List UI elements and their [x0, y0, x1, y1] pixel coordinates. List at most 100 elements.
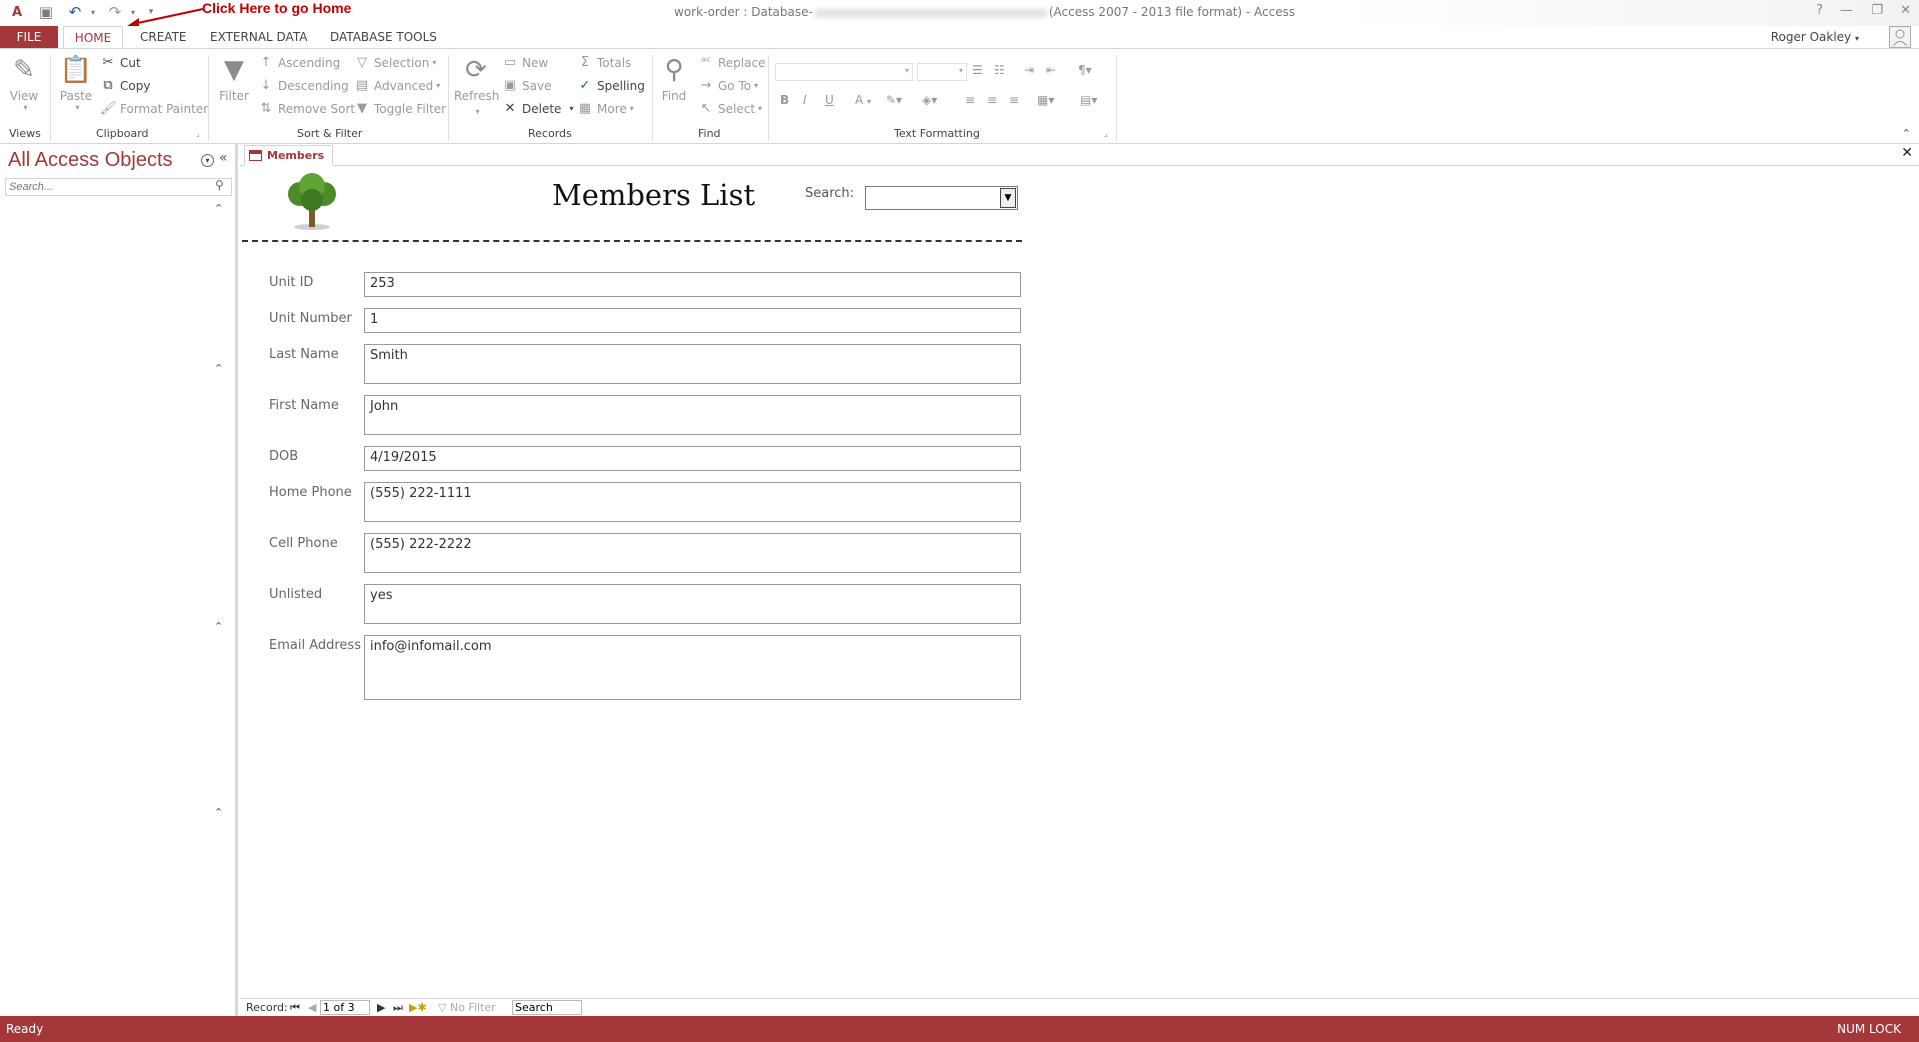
tab-database-tools[interactable]: DATABASE TOOLS [320, 26, 447, 48]
totals-button[interactable]: Σ Totals [577, 55, 631, 70]
refresh-icon: ⟳ [465, 55, 487, 85]
descending-button[interactable]: ↓ Descending [258, 78, 349, 93]
format-painter-button[interactable]: 🖌 Format Painter [100, 101, 208, 116]
alternate-row-color-icon[interactable]: ▦▾ [1037, 93, 1054, 107]
tab-external-data[interactable]: EXTERNAL DATA [200, 26, 317, 48]
clipboard-dialog-launcher-icon[interactable]: ⌟ [196, 129, 200, 138]
record-search-input[interactable]: Search [512, 1000, 582, 1015]
nav-menu-chevron-down-icon[interactable]: ▾ [201, 154, 214, 167]
dob-label: DOB [269, 449, 299, 464]
new-record-button[interactable]: ▭ New [502, 55, 548, 70]
font-color-button[interactable]: A ▾ [855, 93, 871, 107]
first-record-icon[interactable]: ⏮ [290, 1001, 300, 1015]
decrease-indent-icon[interactable]: ⇤ [1046, 63, 1056, 77]
paste-button[interactable]: 📋 Paste ▾ [58, 55, 94, 112]
group-label-records: Records [528, 127, 572, 140]
save-icon[interactable]: ▣ [37, 3, 55, 21]
more-button[interactable]: ▦ More ▾ [577, 101, 634, 116]
copy-button[interactable]: ⧉ Copy [100, 78, 150, 93]
next-record-icon[interactable]: ▶ [377, 1001, 385, 1014]
cell-phone-field[interactable]: (555) 222-2222 [364, 533, 1021, 573]
unit-number-field[interactable]: 1 [364, 308, 1021, 333]
save-record-icon: ▣ [503, 78, 517, 93]
redo-icon[interactable]: ↷ [106, 3, 124, 21]
unit-id-label: Unit ID [269, 275, 314, 290]
chevron-down-icon[interactable]: ▼ [1000, 188, 1016, 208]
unit-number-label: Unit Number [269, 311, 352, 326]
chevron-up-icon[interactable]: ⌃ [214, 202, 223, 215]
view-icon: ✎ [13, 55, 35, 85]
no-filter-button[interactable]: ▽ No Filter [438, 1001, 496, 1014]
close-window-button[interactable]: ✕ [1900, 3, 1911, 18]
cut-button[interactable]: ✂ Cut [100, 55, 141, 70]
font-size-combo[interactable]: ▾ [917, 63, 967, 81]
search-combo-box[interactable]: ▼ [865, 186, 1018, 210]
gridlines-icon[interactable]: ▤▾ [1080, 93, 1097, 107]
select-button[interactable]: ↖ Select ▾ [698, 101, 763, 116]
go-to-button[interactable]: → Go To ▾ [698, 78, 759, 93]
home-phone-field[interactable]: (555) 222-1111 [364, 482, 1021, 522]
tab-home[interactable]: HOME [63, 26, 123, 48]
advanced-button[interactable]: ▤ Advanced ▾ [354, 78, 440, 93]
highlight-icon[interactable]: ✎▾ [886, 93, 902, 107]
paragraph-direction-icon[interactable]: ¶▾ [1078, 63, 1092, 77]
filter-button[interactable]: ▼ Filter [216, 55, 252, 103]
find-button[interactable]: ⚲ Find [658, 55, 690, 103]
font-name-combo[interactable]: ▾ [775, 63, 913, 81]
text-formatting-dialog-launcher-icon[interactable]: ⌟ [1104, 129, 1108, 138]
chevron-up-icon[interactable]: ⌃ [214, 806, 223, 819]
underline-button[interactable]: U [825, 93, 834, 107]
ascending-button[interactable]: ↑ Ascending [258, 55, 341, 70]
go-to-arrow-icon: → [700, 78, 712, 93]
user-name[interactable]: Roger Oakley ▾ [1771, 30, 1859, 44]
unit-id-field[interactable]: 253 [364, 272, 1021, 297]
first-name-label: First Name [269, 398, 339, 413]
shutter-bar-collapse-icon[interactable]: « [219, 150, 228, 166]
bold-button[interactable]: B [780, 93, 789, 107]
align-left-icon[interactable]: ≡ [965, 93, 975, 107]
refresh-all-button[interactable]: ⟳ Refresh ▾ [454, 55, 499, 117]
minimize-button[interactable]: — [1840, 3, 1853, 18]
email-address-field[interactable]: info@infomail.com [364, 635, 1021, 700]
document-tab-members[interactable]: Members [244, 145, 334, 166]
chevron-up-icon[interactable]: ⌃ [214, 362, 223, 375]
unlisted-field[interactable]: yes [364, 584, 1021, 624]
view-button[interactable]: ✎ View ▾ [6, 55, 42, 112]
delete-button[interactable]: ✕ Delete ▾ [502, 101, 574, 116]
group-separator [652, 55, 653, 141]
numbering-icon[interactable]: ☷ [994, 63, 1005, 77]
user-avatar[interactable] [1889, 26, 1911, 48]
help-button[interactable]: ? [1816, 3, 1823, 18]
remove-sort-button[interactable]: ⇅ Remove Sort [258, 101, 356, 116]
toggle-filter-button[interactable]: ▼ Toggle Filter [354, 101, 446, 116]
close-document-icon[interactable]: ✕ [1901, 145, 1913, 161]
save-record-button[interactable]: ▣ Save [502, 78, 552, 93]
dob-field[interactable]: 4/19/2015 [364, 446, 1021, 471]
replace-button[interactable]: ᵃᶜ Replace [698, 55, 765, 70]
first-name-field[interactable]: John [364, 395, 1021, 435]
spelling-button[interactable]: ✓ Spelling [577, 78, 645, 93]
previous-record-icon[interactable]: ◀ [308, 1001, 316, 1014]
current-record-field[interactable]: 1 of 3 [320, 1000, 370, 1015]
increase-indent-icon[interactable]: ⇥ [1024, 63, 1034, 77]
delete-x-icon: ✕ [504, 101, 516, 116]
undo-dropdown-icon[interactable]: ▾ [84, 3, 102, 21]
fill-color-icon[interactable]: ◈▾ [922, 93, 937, 107]
italic-button[interactable]: I [803, 93, 807, 107]
new-record-nav-icon[interactable]: ▶✱ [409, 1001, 427, 1014]
collapse-ribbon-icon[interactable]: ⌃ [1902, 127, 1911, 140]
chevron-up-icon[interactable]: ⌃ [214, 620, 223, 633]
align-center-icon[interactable]: ≡ [987, 93, 997, 107]
bullets-icon[interactable]: ☰ [972, 63, 983, 77]
nav-search-input[interactable] [5, 178, 232, 196]
nav-pane-title[interactable]: All Access Objects [8, 149, 173, 172]
last-name-field[interactable]: Smith [364, 344, 1021, 384]
tab-file[interactable]: FILE [0, 26, 58, 48]
align-right-icon[interactable]: ≡ [1009, 93, 1019, 107]
restore-button[interactable]: ❐ [1871, 3, 1883, 18]
undo-icon[interactable]: ↶ [66, 3, 84, 21]
search-icon[interactable]: ⚲ [215, 178, 224, 192]
selection-button[interactable]: ▽ Selection ▾ [354, 55, 436, 70]
last-record-icon[interactable]: ⏭ [393, 1001, 403, 1015]
tab-create[interactable]: CREATE [130, 26, 197, 48]
